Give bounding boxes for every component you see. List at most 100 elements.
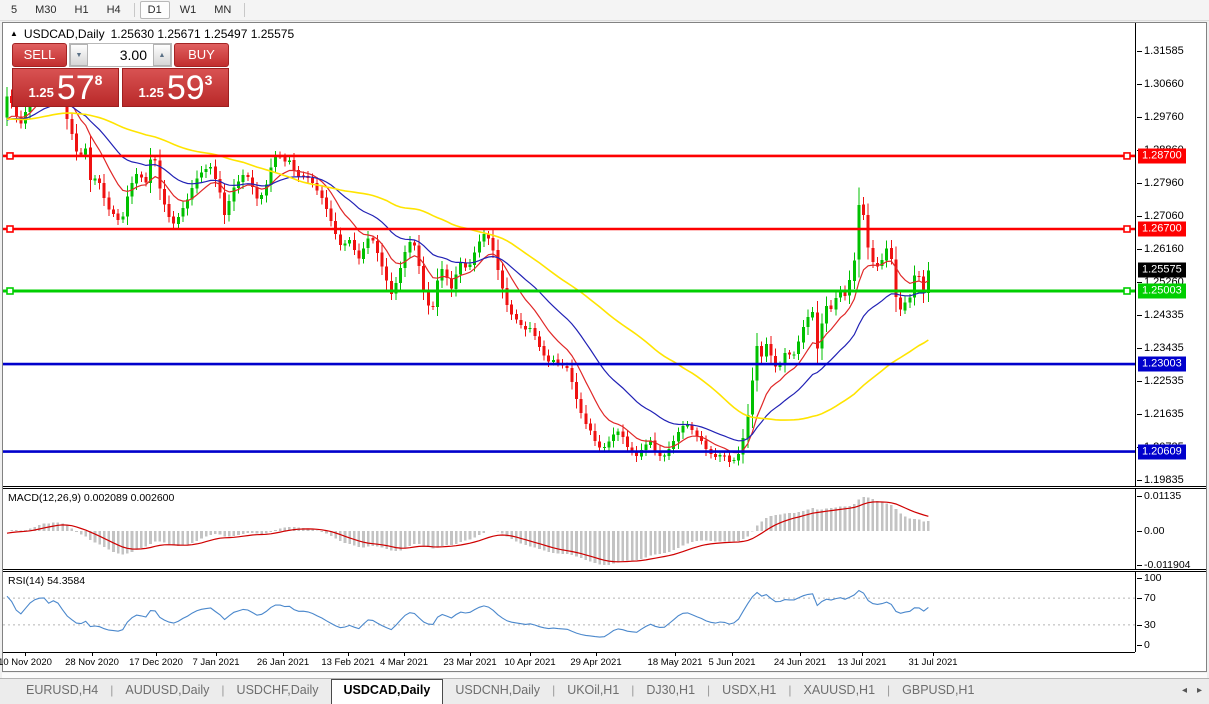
chart-title: ▲ USDCAD,Daily 1.25630 1.25671 1.25497 1…	[10, 27, 294, 41]
price-tick-label: 1.19835	[1137, 473, 1184, 486]
date-label: 24 Jun 2021	[773, 657, 827, 668]
date-label: 13 Jul 2021	[837, 657, 887, 668]
date-label: 10 Nov 2020	[0, 657, 52, 668]
rsi-tick-label: 30	[1137, 618, 1156, 631]
price-level-chip: 1.28700	[1138, 148, 1186, 164]
timeframe-button-h4[interactable]: H4	[99, 1, 129, 19]
date-tick	[732, 653, 733, 656]
sell-price-sup: 8	[94, 72, 103, 88]
date-label: 29 Apr 2021	[570, 657, 622, 668]
rsi-tick-label: 100	[1137, 572, 1162, 584]
toolbar-separator	[133, 3, 135, 17]
tab-usdx[interactable]: USDX,H1	[710, 679, 788, 704]
sell-price-big: 57	[56, 69, 95, 108]
date-tick	[25, 653, 26, 656]
price-tick-label: 1.22535	[1137, 375, 1184, 388]
symbol-tabbar: EURUSD,H4 | AUDUSD,Daily | USDCHF,Daily USDCA…	[0, 678, 1209, 704]
rsi-axis: 100 70 30 0	[1135, 572, 1206, 652]
rsi-tick-label: 70	[1137, 592, 1156, 605]
date-tick	[404, 653, 405, 656]
date-tick	[283, 653, 284, 656]
sell-button[interactable]: SELL	[12, 43, 67, 67]
price-level-chip: 1.20609	[1138, 444, 1186, 460]
volume-input[interactable]	[88, 44, 153, 66]
rsi-plot[interactable]	[3, 572, 1135, 657]
tab-dj30[interactable]: DJ30,H1	[634, 679, 707, 704]
date-tick	[92, 653, 93, 656]
ohlc-values: 1.25630 1.25671 1.25497 1.25575	[110, 27, 295, 41]
rsi-tick-label: 0	[1137, 639, 1150, 651]
macd-tick-label: 0.01135	[1136, 489, 1182, 502]
date-tick	[800, 653, 801, 656]
tab-usdcad[interactable]: USDCAD,Daily	[330, 679, 444, 704]
date-label: 17 Dec 2020	[129, 657, 183, 668]
date-label: 28 Nov 2020	[65, 657, 119, 668]
price-tick-label: 1.31585	[1137, 44, 1184, 57]
tab-ukoil[interactable]: UKOil,H1	[555, 679, 631, 704]
date-tick	[216, 653, 217, 656]
toolbar-separator	[244, 3, 246, 17]
timeframe-button-w1[interactable]: W1	[172, 1, 205, 19]
buy-price-prefix: 1.25	[138, 85, 164, 100]
symbol-title: USDCAD,Daily	[23, 27, 105, 41]
date-tick	[862, 653, 863, 656]
volume-increase-button[interactable]: ▲	[153, 44, 171, 66]
price-level-chip: 1.23003	[1138, 356, 1186, 372]
macd-panel: 0.01135 0.00 -0.011904 MACD(12,26,9) 0.002…	[3, 489, 1206, 571]
timeframe-button-mn[interactable]: MN	[206, 1, 239, 19]
date-label: 31 Jul 2021	[908, 657, 958, 668]
timeframe-button-5[interactable]: 5	[3, 1, 25, 19]
date-tick	[596, 653, 597, 656]
date-label: 5 Jun 2021	[708, 657, 756, 668]
price-tick-label: 1.24335	[1137, 309, 1184, 322]
price-level-chip: 1.26700	[1138, 221, 1186, 237]
symbol-tabbar-tabs: EURUSD,H4 | AUDUSD,Daily | USDCHF,Daily USDCA…	[14, 679, 986, 704]
chart-window: 1.315851.306601.297601.288601.279601.270…	[0, 22, 1207, 672]
buy-button[interactable]: BUY	[174, 43, 229, 67]
tab-audusd[interactable]: AUDUSD,Daily	[113, 679, 221, 704]
volume-stepper: ▼ ▲	[69, 43, 172, 67]
tab-scroll-right-button[interactable]: ▸	[1197, 685, 1202, 696]
price-tick-label: 1.29760	[1137, 111, 1184, 124]
volume-decrease-button[interactable]: ▼	[70, 44, 88, 66]
tab-scroll-left-icon: ◂	[1181, 685, 1187, 696]
date-tick	[470, 653, 471, 656]
tab-xauusd[interactable]: XAUUSD,H1	[791, 679, 887, 704]
price-tick-label: 1.26160	[1137, 242, 1184, 255]
arrow-up-icon: ▲	[158, 51, 166, 59]
tabbar-scroll-arrows: ◂ ▸	[1182, 685, 1202, 696]
symbol-title-arrow-icon: ▲	[10, 28, 18, 38]
tab-gbpusd[interactable]: GBPUSD,H1	[890, 679, 986, 704]
rsi-label: RSI(14) 54.3584	[8, 575, 86, 587]
timeframe-button-h1[interactable]: H1	[67, 1, 97, 19]
sell-price-prefix: 1.25	[28, 85, 54, 100]
tab-scroll-right-icon: ▸	[1196, 685, 1202, 696]
date-tick	[933, 653, 934, 656]
tab-eurusd[interactable]: EURUSD,H4	[14, 679, 110, 704]
tab-scroll-left-button[interactable]: ◂	[1182, 685, 1187, 696]
buy-price-sup: 3	[204, 72, 213, 88]
price-tick-label: 1.21635	[1137, 408, 1184, 421]
macd-tick-label: 0.00	[1136, 525, 1165, 537]
date-label: 23 Mar 2021	[443, 657, 497, 668]
price-pane: 1.315851.306601.297601.288601.279601.270…	[3, 23, 1206, 486]
price-tick-label: 1.27960	[1137, 176, 1184, 189]
buy-price-big: 59	[166, 69, 205, 108]
buy-price-box[interactable]: 1.25 59 3	[122, 68, 229, 107]
macd-axis: 0.01135 0.00 -0.011904	[1135, 489, 1206, 571]
date-tick	[348, 653, 349, 656]
timeframe-toolbar: 5 M30 H1 H4 D1 W1 MN	[0, 0, 1209, 21]
mt4-terminal: 5M30H1H4 D1W1MN 1.31585 1.30660 1.29760 1.28…	[0, 0, 1209, 704]
arrow-down-icon: ▼	[75, 51, 83, 59]
date-label: 18 May 2021	[647, 657, 703, 668]
tab-usdcnh[interactable]: USDCNH,Daily	[443, 679, 552, 704]
timeframe-button-m30[interactable]: M30	[27, 1, 64, 19]
timeframe-button-d1[interactable]: D1	[139, 1, 170, 19]
date-tick	[156, 653, 157, 656]
date-tick	[530, 653, 531, 656]
tab-usdchf[interactable]: USDCHF,Daily	[225, 679, 331, 704]
trade-panel: SELL ▼ ▲ BUY 1.25 57	[12, 43, 229, 107]
rsi-panel: 100 70 30 0 RSI(14) 54.3584	[3, 572, 1206, 652]
date-label: 13 Feb 2021	[321, 657, 375, 668]
sell-price-box[interactable]: 1.25 57 8	[12, 68, 119, 107]
